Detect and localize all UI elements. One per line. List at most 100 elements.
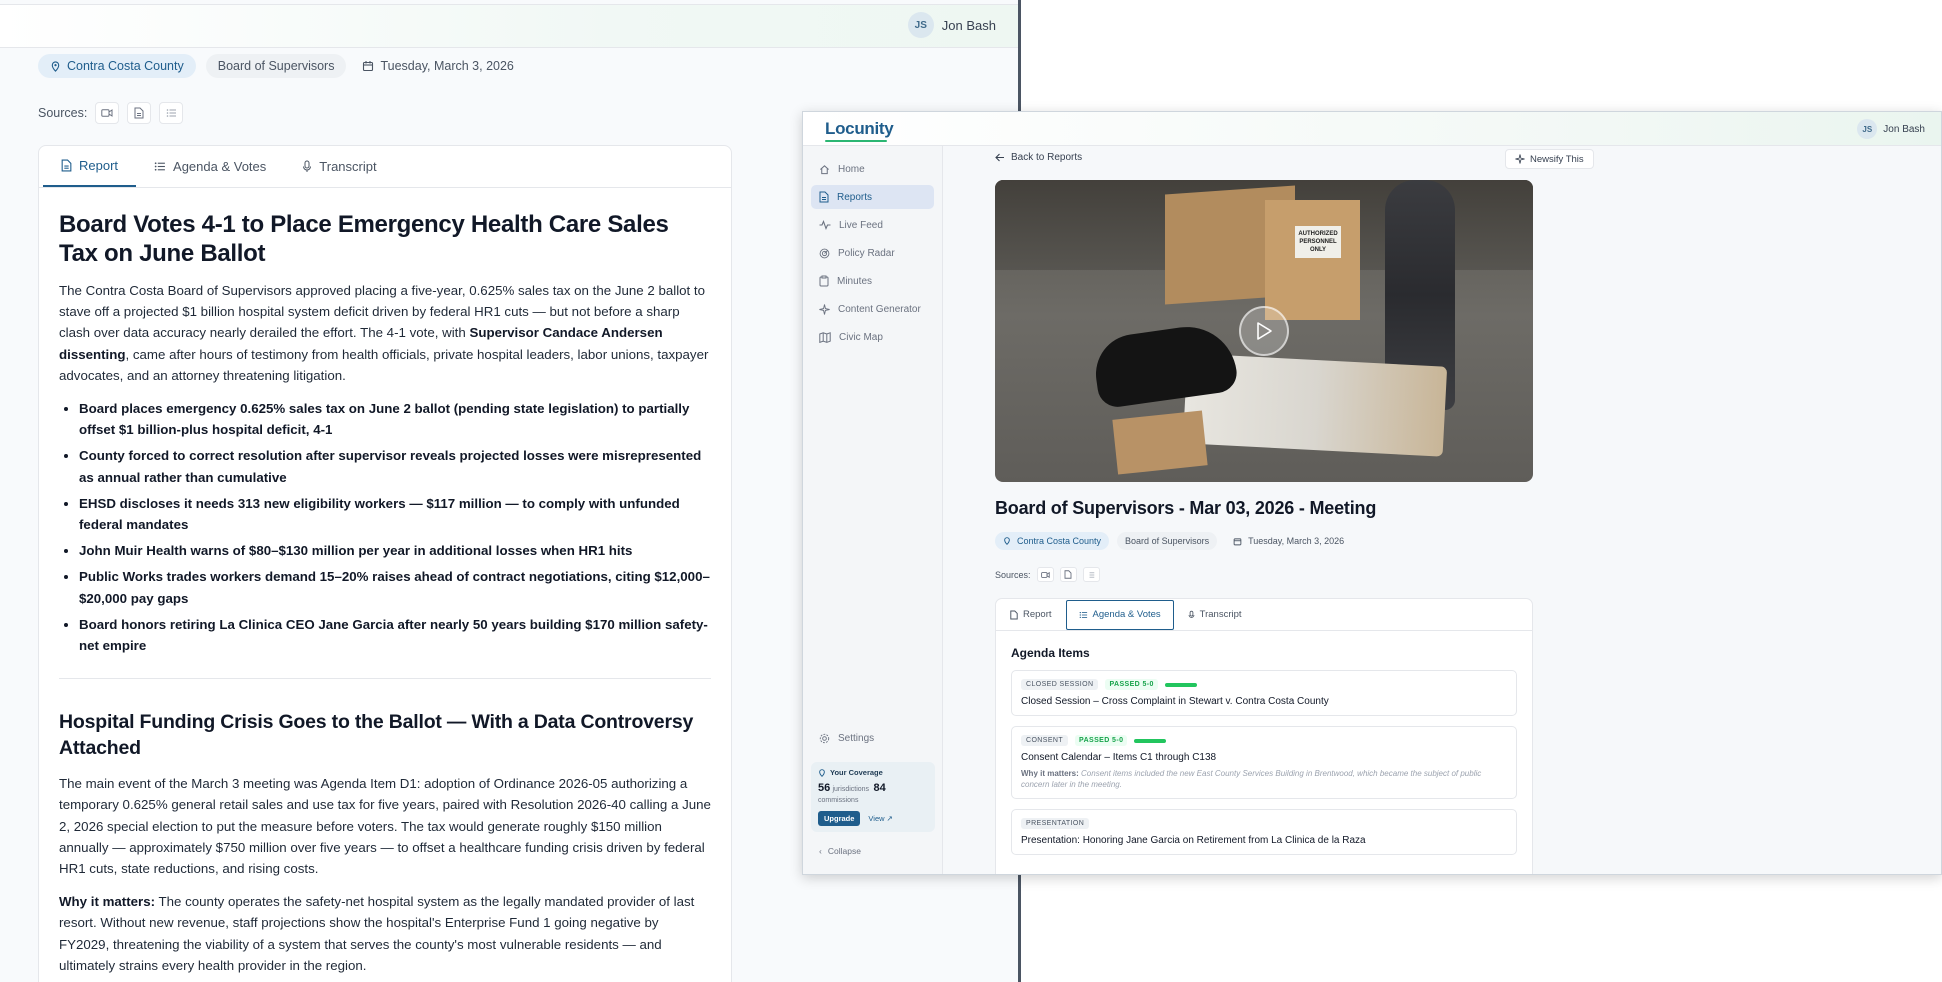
- sparkle-icon: [819, 303, 830, 315]
- play-button[interactable]: [1239, 306, 1289, 356]
- sidebar-item-minutes[interactable]: Minutes: [811, 269, 934, 293]
- sidebar-item-content-generator[interactable]: Content Generator: [811, 297, 934, 321]
- key-point: EHSD discloses it needs 313 new eligibil…: [79, 493, 711, 535]
- tab-label: Agenda & Votes: [173, 159, 267, 174]
- locunity-logo[interactable]: Locunity: [825, 119, 894, 142]
- clipboard-icon: [819, 275, 829, 287]
- list-icon: [154, 162, 165, 171]
- meeting-tabs: Report Agenda & Votes Transcript: [996, 599, 1532, 631]
- report-content: Board Votes 4-1 to Place Emergency Healt…: [39, 188, 731, 976]
- why-label: Why it matters:: [1021, 769, 1079, 778]
- main-content: Back to Reports Newsify This AUTHORIZED …: [943, 146, 1941, 874]
- tab-agenda-votes[interactable]: Agenda & Votes: [1065, 599, 1174, 630]
- avatar: JS: [1857, 119, 1878, 139]
- desktop: JS Jon Bash Contra Costa County Board of…: [0, 0, 1942, 982]
- tab-transcript[interactable]: Transcript: [1176, 600, 1254, 630]
- jurisdictions-label: jurisdictions: [832, 786, 870, 793]
- why-label: Why it matters:: [59, 894, 156, 910]
- sidebar-item-label: Live Feed: [839, 219, 883, 231]
- sidebar-item-policy-radar[interactable]: Policy Radar: [811, 241, 934, 265]
- key-point: Board places emergency 0.625% sales tax …: [79, 398, 711, 440]
- coverage-stats: 56 jurisdictions 84 commissions: [818, 783, 928, 806]
- agenda-item[interactable]: CONSENT PASSED 5-0 Consent Calendar – It…: [1011, 726, 1517, 799]
- county-badge[interactable]: Contra Costa County: [38, 54, 196, 78]
- video-frame-shape: [1112, 410, 1208, 475]
- agenda-item[interactable]: CLOSED SESSION PASSED 5-0 Closed Session…: [1011, 670, 1517, 716]
- tab-transcript[interactable]: Transcript: [284, 146, 394, 187]
- sidebar-item-label: Policy Radar: [838, 247, 895, 259]
- video-source-button[interactable]: [1036, 567, 1054, 582]
- video-icon: [101, 109, 113, 117]
- microphone-icon: [1188, 610, 1195, 618]
- video-source-button[interactable]: [95, 102, 120, 124]
- tab-report[interactable]: Report: [998, 600, 1064, 630]
- agenda-type-tag: CLOSED SESSION: [1021, 679, 1099, 690]
- sources-row: Sources:: [995, 567, 1100, 582]
- sidebar-item-label: Settings: [838, 732, 875, 744]
- agenda-type-tag: CONSENT: [1021, 735, 1069, 746]
- agenda-item[interactable]: PRESENTATION Presentation: Honoring Jane…: [1011, 809, 1517, 855]
- document-source-button[interactable]: [1059, 567, 1077, 582]
- vote-status: PASSED 5-0: [1075, 735, 1128, 746]
- top-bar: JS Jon Bash: [0, 4, 1018, 48]
- meeting-meta: Contra Costa County Board of Supervisors…: [38, 54, 526, 78]
- video-frame-sign: AUTHORIZED PERSONNEL ONLY: [1295, 226, 1341, 258]
- list-icon: [1089, 571, 1095, 578]
- board-badge[interactable]: Board of Supervisors: [205, 54, 347, 78]
- county-label: Contra Costa County: [1017, 536, 1102, 546]
- sidebar-item-live-feed[interactable]: Live Feed: [811, 213, 934, 237]
- user-menu[interactable]: JS Jon Bash: [907, 12, 996, 38]
- view-coverage-link[interactable]: View ↗: [868, 814, 893, 823]
- sidebar-item-reports[interactable]: Reports: [811, 185, 934, 209]
- why-text: Consent items included the new East Coun…: [1021, 769, 1482, 789]
- why-text: The county operates the safety-net hospi…: [59, 894, 695, 973]
- sidebar-item-settings[interactable]: Settings: [811, 726, 935, 750]
- sidebar-item-label: Home: [838, 163, 865, 175]
- user-menu[interactable]: JS Jon Bash: [1857, 119, 1925, 139]
- list-icon: [1079, 611, 1087, 618]
- upgrade-button[interactable]: Upgrade: [818, 811, 861, 826]
- section-heading: Hospital Funding Crisis Goes to the Ball…: [59, 711, 694, 760]
- agenda-source-button[interactable]: [159, 102, 184, 124]
- sidebar-item-settings-wrap: Settings: [811, 726, 935, 750]
- collapse-label: Collapse: [827, 846, 861, 856]
- external-link-icon: ↗: [886, 814, 893, 823]
- agenda-item-title: Closed Session – Cross Complaint in Stew…: [1021, 696, 1329, 707]
- tab-label: Transcript: [319, 159, 377, 174]
- county-label: Contra Costa County: [67, 59, 184, 73]
- tab-report[interactable]: Report: [43, 146, 137, 187]
- agenda-tags: CONSENT PASSED 5-0: [1021, 735, 1507, 746]
- calendar-icon: [1233, 537, 1242, 545]
- tab-label: Report: [79, 158, 119, 173]
- key-points-list: Board places emergency 0.625% sales tax …: [59, 398, 711, 656]
- vote-bar: [1164, 682, 1197, 687]
- tab-label: Transcript: [1199, 609, 1242, 620]
- document-source-button[interactable]: [127, 102, 152, 124]
- key-point: Board honors retiring La Clinica CEO Jan…: [79, 614, 711, 656]
- app-window: Locunity JS Jon Bash Home Reports Live F…: [802, 111, 1942, 875]
- document-icon: [1064, 570, 1072, 579]
- county-badge[interactable]: Contra Costa County: [995, 532, 1110, 550]
- meeting-card: Report Agenda & Votes Transcript Agenda …: [995, 598, 1533, 874]
- back-to-reports-link[interactable]: Back to Reports: [995, 152, 1082, 163]
- meeting-date: Tuesday, March 3, 2026: [356, 54, 525, 78]
- tab-agenda-votes[interactable]: Agenda & Votes: [136, 146, 284, 187]
- board-badge[interactable]: Board of Supervisors: [1117, 532, 1218, 550]
- agenda-type-tag: PRESENTATION: [1021, 818, 1090, 829]
- view-label: View: [868, 814, 885, 823]
- report-intro: The Contra Costa Board of Supervisors ap…: [59, 280, 711, 386]
- video-frame-shape: [1265, 200, 1360, 320]
- sidebar: Home Reports Live Feed Policy Radar Minu…: [803, 146, 943, 874]
- commissions-count: 84: [873, 782, 886, 794]
- microphone-icon: [303, 160, 312, 172]
- meeting-title: Board of Supervisors - Mar 03, 2026 - Me…: [995, 498, 1377, 518]
- newsify-button[interactable]: Newsify This: [1505, 149, 1594, 169]
- sidebar-item-home[interactable]: Home: [811, 157, 934, 181]
- sidebar-item-civic-map[interactable]: Civic Map: [811, 325, 934, 349]
- meeting-video-player[interactable]: AUTHORIZED PERSONNEL ONLY: [995, 180, 1533, 482]
- tab-label: Report: [1023, 609, 1052, 620]
- home-icon: [820, 164, 829, 174]
- agenda-source-button[interactable]: [1082, 567, 1100, 582]
- collapse-sidebar-button[interactable]: ‹ Collapse: [819, 846, 861, 856]
- newsify-label: Newsify This: [1530, 153, 1584, 165]
